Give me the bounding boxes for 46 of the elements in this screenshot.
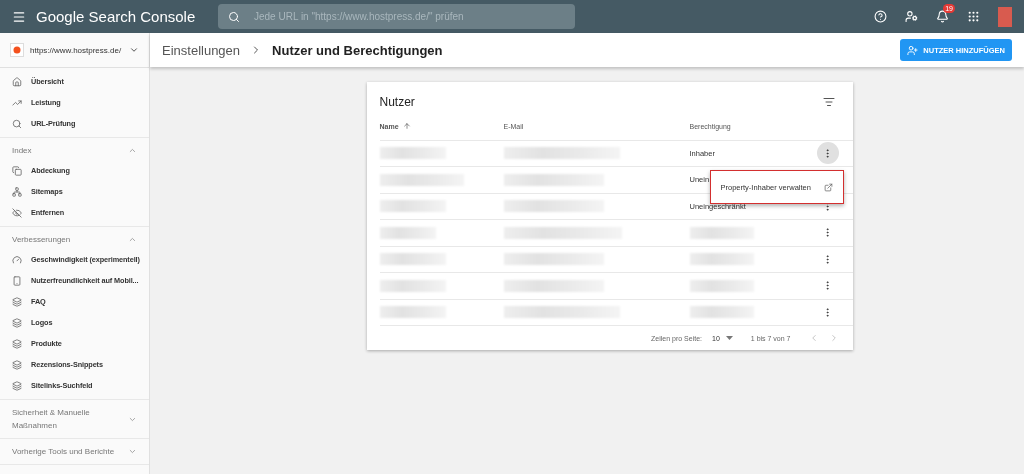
sitemap-icon xyxy=(12,186,22,197)
blurred-text-drawing xyxy=(379,279,446,292)
external-link-icon xyxy=(823,182,833,192)
layers-icon xyxy=(12,296,22,307)
section-header[interactable]: Vorherige Tools und Berichte xyxy=(0,442,149,461)
help-icon[interactable] xyxy=(874,10,887,23)
filter-icon[interactable] xyxy=(822,96,835,109)
search-icon xyxy=(12,118,22,129)
caret-icon xyxy=(725,336,733,341)
gauge-icon xyxy=(12,254,22,265)
layers-icon xyxy=(12,359,22,370)
section-header[interactable]: Index xyxy=(0,141,149,160)
property-logo-icon xyxy=(10,43,24,57)
chevron-up-icon xyxy=(128,146,137,155)
search-icon xyxy=(228,10,240,23)
property-selector[interactable]: https://www.hostpress.de/ xyxy=(0,33,149,68)
blurred-text-drawing xyxy=(379,147,446,160)
more-button[interactable] xyxy=(816,142,839,165)
layers-icon xyxy=(12,317,22,328)
menu-icon[interactable] xyxy=(12,9,26,24)
home-icon xyxy=(12,76,22,87)
breadcrumb-link[interactable]: Einstellungen xyxy=(162,42,241,58)
layers-icon xyxy=(12,338,22,349)
blurred-text-drawing xyxy=(379,200,446,213)
section-header[interactable]: Verbesserungen xyxy=(0,230,149,249)
notification-icon[interactable] xyxy=(936,10,949,23)
chevron-down-icon xyxy=(128,447,137,456)
chevron-up-icon xyxy=(128,235,137,244)
layers-icon xyxy=(12,380,22,391)
avatar[interactable] xyxy=(998,6,1012,27)
pages-icon xyxy=(12,165,22,176)
caret-icon xyxy=(129,45,139,55)
blurred-text-drawing xyxy=(379,253,446,266)
apps-icon[interactable] xyxy=(967,10,980,23)
card-title: Nutzer xyxy=(379,95,415,110)
blurred-text-drawing xyxy=(379,306,446,319)
phone-icon xyxy=(12,275,22,286)
page-title: Nutzer und Berechtigungen xyxy=(272,42,443,58)
trend-line-icon xyxy=(12,97,22,108)
sort-arrow-icon xyxy=(402,122,411,131)
user-settings-icon[interactable] xyxy=(905,10,918,23)
product-name: Google Search Console xyxy=(36,8,196,25)
add-person-icon xyxy=(907,44,919,56)
blurred-text-drawing xyxy=(379,226,436,239)
eye-off-icon xyxy=(12,207,22,218)
section-header[interactable]: Sicherheit & Manuelle Maßnahmen xyxy=(0,403,149,435)
